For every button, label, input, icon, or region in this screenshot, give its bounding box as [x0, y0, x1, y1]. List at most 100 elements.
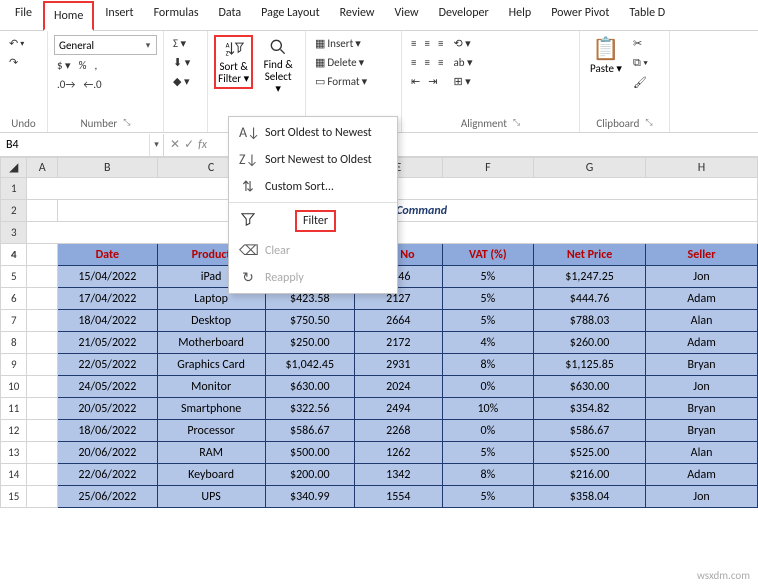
data-cell[interactable]: Desktop [157, 310, 265, 332]
tab-table-design[interactable]: Table D [620, 0, 674, 30]
fx-icon[interactable]: fx [198, 138, 207, 152]
autosum-button[interactable]: Σ ▾ [170, 35, 193, 52]
header-cell[interactable]: VAT (%) [442, 244, 534, 266]
data-cell[interactable]: Graphics Card [157, 354, 265, 376]
wrap-text-button[interactable]: ab ▾ [450, 54, 475, 71]
data-cell[interactable]: 18/04/2022 [57, 310, 157, 332]
cut-button[interactable]: ✂ [630, 35, 651, 52]
tab-home[interactable]: Home [43, 1, 94, 31]
row-header[interactable]: 13 [1, 442, 27, 464]
tab-data[interactable]: Data [210, 0, 251, 30]
title-cell[interactable]: Filter Command [57, 200, 757, 222]
data-cell[interactable]: $358.04 [534, 486, 646, 508]
data-cell[interactable]: $340.99 [265, 486, 355, 508]
number-format-input[interactable] [55, 36, 140, 54]
tab-insert[interactable]: Insert [96, 0, 142, 30]
data-cell[interactable]: 21/05/2022 [57, 332, 157, 354]
data-cell[interactable]: 1342 [355, 464, 443, 486]
data-cell[interactable]: 24/05/2022 [57, 376, 157, 398]
align-middle-button[interactable]: ≡ [421, 35, 432, 52]
align-center-button[interactable]: ≡ [421, 54, 432, 71]
row-header[interactable]: 4 [1, 244, 27, 266]
select-all-cell[interactable]: ◢ [1, 158, 27, 178]
data-cell[interactable]: 2664 [355, 310, 443, 332]
dialog-launcher-icon[interactable]: ⤡ [123, 117, 130, 130]
data-cell[interactable]: $250.00 [265, 332, 355, 354]
data-cell[interactable]: Adam [646, 288, 758, 310]
data-cell[interactable]: 15/04/2022 [57, 266, 157, 288]
row-header[interactable]: 9 [1, 354, 27, 376]
decrease-decimal-button[interactable]: ←.0 [80, 76, 104, 93]
paste-button[interactable]: 📋 Paste ▾ [586, 35, 626, 77]
fill-button[interactable]: ⬇ ▾ [170, 54, 193, 71]
orientation-button[interactable]: ⟲ ▾ [450, 35, 475, 52]
dialog-launcher-icon[interactable]: ⤡ [513, 117, 520, 130]
data-cell[interactable]: Jon [646, 266, 758, 288]
data-cell[interactable]: 2024 [355, 376, 443, 398]
dialog-launcher-icon[interactable]: ⤡ [645, 117, 652, 130]
data-cell[interactable]: 2494 [355, 398, 443, 420]
tab-file[interactable]: File [6, 0, 41, 30]
undo-button[interactable]: ↶ ▾ [6, 35, 27, 52]
data-cell[interactable]: 20/06/2022 [57, 442, 157, 464]
insert-cells-button[interactable]: ▦ Insert ▾ [312, 35, 370, 52]
number-format-combo[interactable]: ▾ [54, 35, 157, 55]
row-header[interactable]: 6 [1, 288, 27, 310]
header-cell[interactable]: Net Price [534, 244, 646, 266]
name-box[interactable]: ▾ [0, 134, 164, 156]
data-cell[interactable]: 22/06/2022 [57, 464, 157, 486]
data-cell[interactable]: 1554 [355, 486, 443, 508]
data-cell[interactable]: 25/06/2022 [57, 486, 157, 508]
data-cell[interactable]: Bryan [646, 420, 758, 442]
data-cell[interactable]: $1,125.85 [534, 354, 646, 376]
data-cell[interactable]: Bryan [646, 354, 758, 376]
tab-formulas[interactable]: Formulas [145, 0, 208, 30]
data-cell[interactable]: 17/04/2022 [57, 288, 157, 310]
data-cell[interactable]: 5% [442, 266, 534, 288]
data-cell[interactable]: RAM [157, 442, 265, 464]
data-cell[interactable]: Motherboard [157, 332, 265, 354]
tab-view[interactable]: View [386, 0, 428, 30]
col-header[interactable]: F [442, 158, 534, 178]
comma-button[interactable]: , [91, 57, 100, 74]
name-box-input[interactable] [0, 134, 149, 156]
col-header[interactable]: G [534, 158, 646, 178]
data-cell[interactable]: 10% [442, 398, 534, 420]
data-cell[interactable]: 18/06/2022 [57, 420, 157, 442]
increase-indent-button[interactable]: ⇥ [425, 73, 440, 90]
header-cell[interactable]: Seller [646, 244, 758, 266]
copy-button[interactable]: ⧉ ▾ [630, 54, 651, 72]
decrease-indent-button[interactable]: ⇤ [408, 73, 423, 90]
data-cell[interactable]: $1,247.25 [534, 266, 646, 288]
data-cell[interactable]: 2931 [355, 354, 443, 376]
data-cell[interactable]: 4% [442, 332, 534, 354]
data-cell[interactable]: $354.82 [534, 398, 646, 420]
data-cell[interactable]: Keyboard [157, 464, 265, 486]
data-cell[interactable]: Adam [646, 464, 758, 486]
row-header[interactable]: 12 [1, 420, 27, 442]
chevron-down-icon[interactable]: ▾ [149, 134, 163, 156]
align-top-button[interactable]: ≡ [408, 35, 419, 52]
header-cell[interactable]: Date [57, 244, 157, 266]
tab-page-layout[interactable]: Page Layout [252, 0, 328, 30]
align-bottom-button[interactable]: ≡ [435, 35, 446, 52]
data-cell[interactable]: 1262 [355, 442, 443, 464]
data-cell[interactable]: $630.00 [534, 376, 646, 398]
currency-button[interactable]: $ ▾ [54, 57, 74, 74]
data-cell[interactable]: Monitor [157, 376, 265, 398]
data-cell[interactable]: $630.00 [265, 376, 355, 398]
data-cell[interactable]: Processor [157, 420, 265, 442]
find-select-button[interactable]: Find & Select ▾ [257, 35, 299, 97]
chevron-down-icon[interactable]: ▾ [140, 40, 156, 51]
tab-power-pivot[interactable]: Power Pivot [542, 0, 618, 30]
row-header[interactable]: 10 [1, 376, 27, 398]
data-cell[interactable]: $788.03 [534, 310, 646, 332]
align-left-button[interactable]: ≡ [408, 54, 419, 71]
col-header[interactable]: H [646, 158, 758, 178]
data-cell[interactable]: $500.00 [265, 442, 355, 464]
data-cell[interactable]: $525.00 [534, 442, 646, 464]
data-cell[interactable]: 5% [442, 442, 534, 464]
data-cell[interactable]: 2172 [355, 332, 443, 354]
row-header[interactable]: 1 [1, 178, 27, 200]
increase-decimal-button[interactable]: .0→ [54, 76, 78, 93]
